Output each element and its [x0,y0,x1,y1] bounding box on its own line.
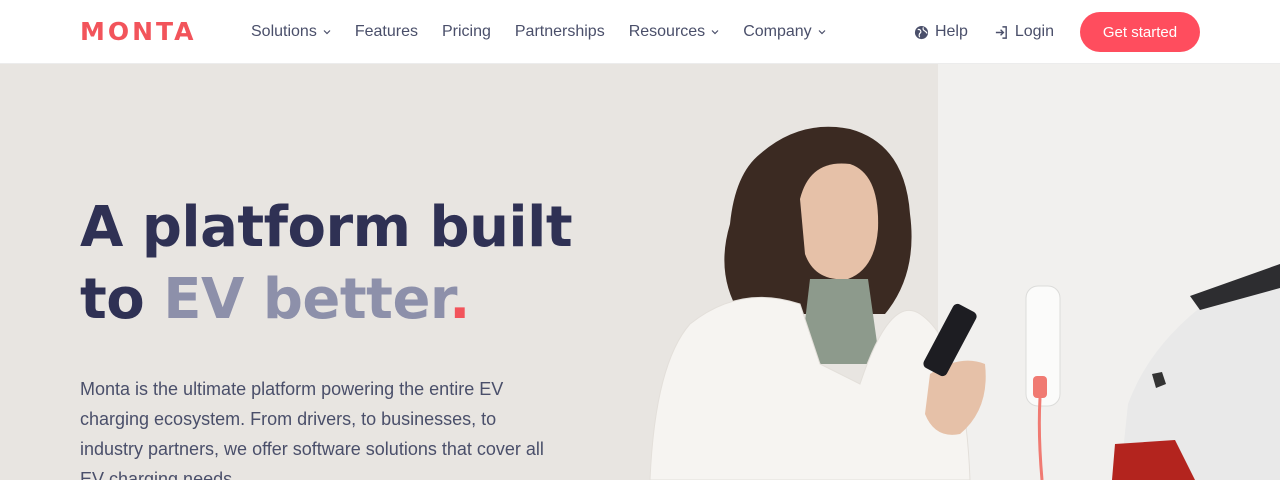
monta-logo[interactable]: MONTA [80,17,197,46]
headline-prefix: to [80,267,145,332]
nav-item-features[interactable]: Features [355,23,418,41]
main-menu: Solutions Features Pricing Partnerships … [251,0,850,64]
help-label: Help [934,23,968,40]
hero-description: Monta is the ultimate platform powering … [80,379,544,480]
nav-item-pricing[interactable]: Pricing [442,23,491,41]
login-icon [995,25,1007,39]
hero-headline: A platform built to EV better. [80,192,600,336]
headline-line-1: A platform built [80,195,573,260]
nav-item-company[interactable]: Company [743,23,826,41]
car-image [1112,264,1280,480]
hero-section: A platform built to EV better. Monta is … [0,64,1280,480]
login-link[interactable]: Login [994,23,1054,41]
chevron-down-icon [323,30,331,35]
chevron-down-icon [711,30,719,35]
woman-with-phone-image [649,126,986,480]
top-navigation: MONTA Solutions Features Pricing Partner… [0,0,1280,64]
ev-charger-icon [1025,285,1061,480]
chevron-down-icon [818,30,826,35]
nav-item-partnerships[interactable]: Partnerships [515,23,605,41]
nav-label-resources: Resources [628,23,706,40]
login-label: Login [1014,23,1054,40]
nav-label-company: Company [743,23,812,40]
nav-label-pricing: Pricing [441,23,491,40]
globe-icon [914,25,928,39]
nav-label-partnerships: Partnerships [514,23,605,40]
nav-label-solutions: Solutions [251,23,317,40]
logo-text: MONTA [80,17,197,46]
nav-item-solutions[interactable]: Solutions [251,23,331,41]
nav-right-actions: Help Login Get started [914,0,1200,64]
headline-dot: . [449,267,470,332]
headline-accent: EV better [163,267,450,332]
nav-label-features: Features [354,23,418,40]
nav-item-resources[interactable]: Resources [629,23,719,41]
get-started-button[interactable]: Get started [1080,12,1200,52]
help-link[interactable]: Help [914,23,968,41]
